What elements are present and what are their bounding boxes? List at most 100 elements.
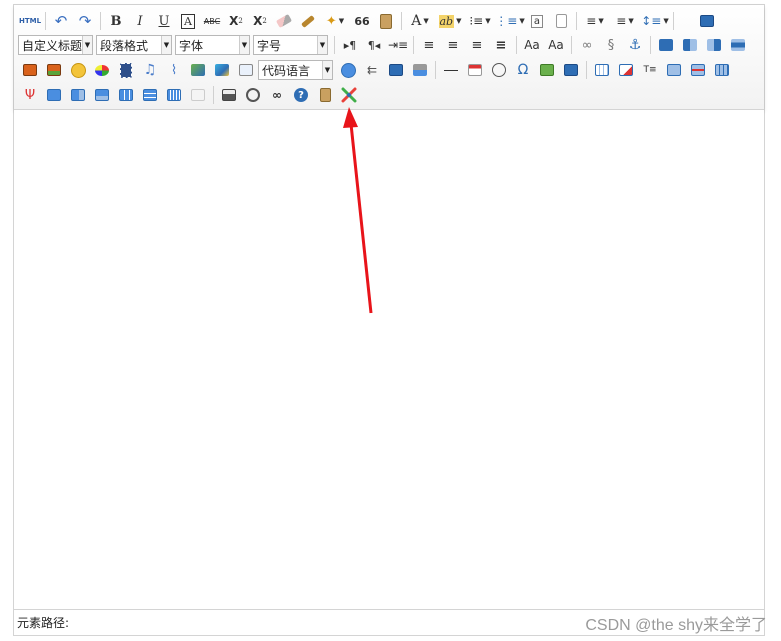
drafts-button[interactable] [315,85,335,105]
insert-image-button[interactable] [44,60,64,80]
delete-table-button[interactable] [616,60,636,80]
dropdown-caret-icon: ▼ [598,17,604,25]
delete-row-button[interactable] [688,60,708,80]
link-button[interactable]: ∞ [577,35,597,55]
word-import-button[interactable] [561,60,581,80]
editor-content-area[interactable] [14,110,764,609]
split-to-rows-button[interactable] [140,85,160,105]
image-right-icon [707,39,721,51]
line-height-button[interactable]: ↕≡ ▼ [641,11,669,31]
split-to-cells-button[interactable] [116,85,136,105]
paperclip-icon: ⌇ [170,62,178,78]
font-size-select[interactable]: 字号 ▼ [253,35,328,55]
date-button[interactable] [465,60,485,80]
remove-format-button[interactable] [274,11,294,31]
delete-column-button[interactable]: Ψ [20,85,40,105]
merge-right-button[interactable] [68,85,88,105]
format-match-button[interactable] [298,11,318,31]
scrawl-button[interactable] [92,60,112,80]
horizontal-rule-button[interactable] [441,60,461,80]
insert-column-button[interactable] [712,60,732,80]
justify-center-button[interactable]: ≡ [443,35,463,55]
help-button[interactable]: ? [291,85,311,105]
italic-button[interactable]: I [130,11,150,31]
print-button[interactable] [219,85,239,105]
merge-down-button[interactable] [92,85,112,105]
image-none-button[interactable] [656,35,676,55]
insert-row-button[interactable] [664,60,684,80]
font-color-button[interactable]: A ▼ [407,11,433,31]
image-left-icon [683,39,697,51]
undo-icon: ↶ [54,12,68,30]
underline-button[interactable]: U [154,11,174,31]
highlight-color-button[interactable]: ab ▼ [437,11,463,31]
paragraph-before-table-icon: T≡ [643,65,657,75]
superscript-button[interactable]: X2 [226,11,246,31]
screenshot-icon [540,64,554,76]
anchor-button[interactable]: ⚓ [625,35,645,55]
justify-full-button[interactable]: ≡ [491,35,511,55]
justify-right-button[interactable]: ≡ [467,35,487,55]
unordered-list-button[interactable]: ⋮≡ ▼ [495,11,525,31]
paste-plain-button[interactable] [376,11,396,31]
image-right-button[interactable] [704,35,724,55]
touppercase-button[interactable]: Aa [522,35,542,55]
font-size-value: 字号 [257,38,282,53]
justify-left-button[interactable]: ≡ [419,35,439,55]
search-replace-button[interactable]: ∞ [267,85,287,105]
row-spacing-top-button[interactable]: ≡ ▼ [582,11,608,31]
paragraph-select[interactable]: 段落格式 ▼ [96,35,172,55]
insert-table-button[interactable] [592,60,612,80]
charts-button[interactable] [188,85,208,105]
redo-button[interactable]: ↷ [75,11,95,31]
preview-button[interactable] [243,85,263,105]
document-icon [555,14,567,28]
word-image-button[interactable] [410,60,430,80]
custom-style-select[interactable]: 自定义标题 ▼ [18,35,93,55]
subscript-button[interactable]: X2 [250,11,270,31]
indent-button[interactable]: ⇥≡ [388,35,408,55]
time-button[interactable] [489,60,509,80]
attachment-button[interactable]: ⌇ [164,60,184,80]
insert-table-layout-button[interactable] [386,60,406,80]
custom-plugin-button[interactable] [339,85,359,105]
direction-ltr-button[interactable]: ▸¶ [340,35,360,55]
source-code-button[interactable]: HTML [19,11,41,31]
printer-icon [222,89,236,101]
split-to-cols-button[interactable] [164,85,184,105]
emotion-button[interactable] [68,60,88,80]
blockquote-button[interactable]: 66 [352,11,372,31]
clipboard-icon [319,88,331,102]
template-button[interactable] [338,60,358,80]
insert-frame-button[interactable]: a [527,11,547,31]
gmap-button[interactable] [212,60,232,80]
unlink-button[interactable]: § [601,35,621,55]
anchor-icon: ⚓ [628,37,642,53]
font-family-select[interactable]: 字体 ▼ [175,35,250,55]
snapscreen-button[interactable] [537,60,557,80]
undo-button[interactable]: ↶ [51,11,71,31]
insert-paragraph-before-table-button[interactable]: T≡ [640,60,660,80]
auto-typeset-button[interactable]: ✦ ▼ [322,11,348,31]
clear-doc-button[interactable] [551,11,571,31]
insert-frame-page-button[interactable] [236,60,256,80]
tolowercase-button[interactable]: Aa [546,35,566,55]
strikethrough-button[interactable]: ABC [202,11,222,31]
preview-fullscreen-button[interactable] [697,11,717,31]
map-button[interactable] [188,60,208,80]
image-center-button[interactable] [728,35,748,55]
direction-rtl-button[interactable]: ¶◂ [364,35,384,55]
code-language-select[interactable]: 代码语言 ▼ [258,60,333,80]
bold-button[interactable]: B [106,11,126,31]
row-spacing-bottom-button[interactable]: ≡ ▼ [612,11,638,31]
background-button[interactable]: ⇇ [362,60,382,80]
dropdown-caret-icon: ▼ [519,17,525,25]
insert-video-button[interactable] [116,60,136,80]
music-button[interactable]: ♫ [140,60,160,80]
simple-upload-button[interactable] [20,60,40,80]
font-border-button[interactable]: A [178,11,198,31]
ordered-list-button[interactable]: ⁝≡ ▼ [467,11,493,31]
special-chars-button[interactable]: Ω [513,60,533,80]
image-left-button[interactable] [680,35,700,55]
merge-cells-button[interactable] [44,85,64,105]
